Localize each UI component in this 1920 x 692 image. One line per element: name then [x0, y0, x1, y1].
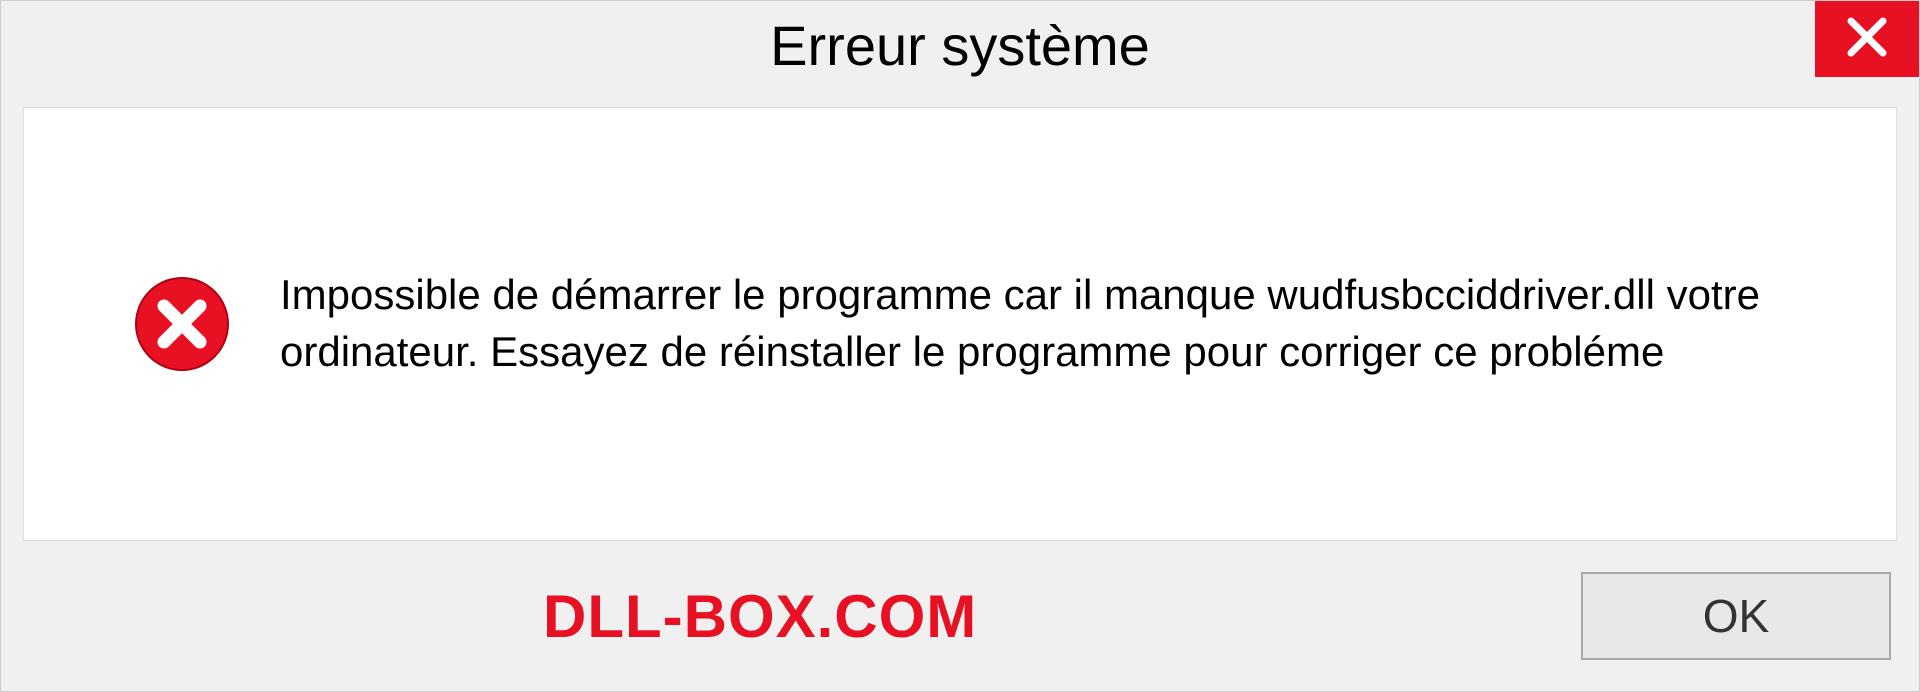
error-message: Impossible de démarrer le programme car … — [280, 267, 1826, 380]
ok-button[interactable]: OK — [1581, 572, 1891, 660]
titlebar: Erreur système — [1, 1, 1919, 93]
close-button[interactable] — [1815, 1, 1919, 77]
error-icon — [134, 276, 230, 372]
error-dialog: Erreur système Impossible de démarrer le… — [0, 0, 1920, 692]
dialog-footer: DLL-BOX.COM OK — [1, 541, 1919, 691]
content-panel: Impossible de démarrer le programme car … — [23, 107, 1897, 541]
watermark-text: DLL-BOX.COM — [543, 582, 977, 651]
close-icon — [1845, 15, 1889, 64]
dialog-title: Erreur système — [770, 13, 1150, 78]
